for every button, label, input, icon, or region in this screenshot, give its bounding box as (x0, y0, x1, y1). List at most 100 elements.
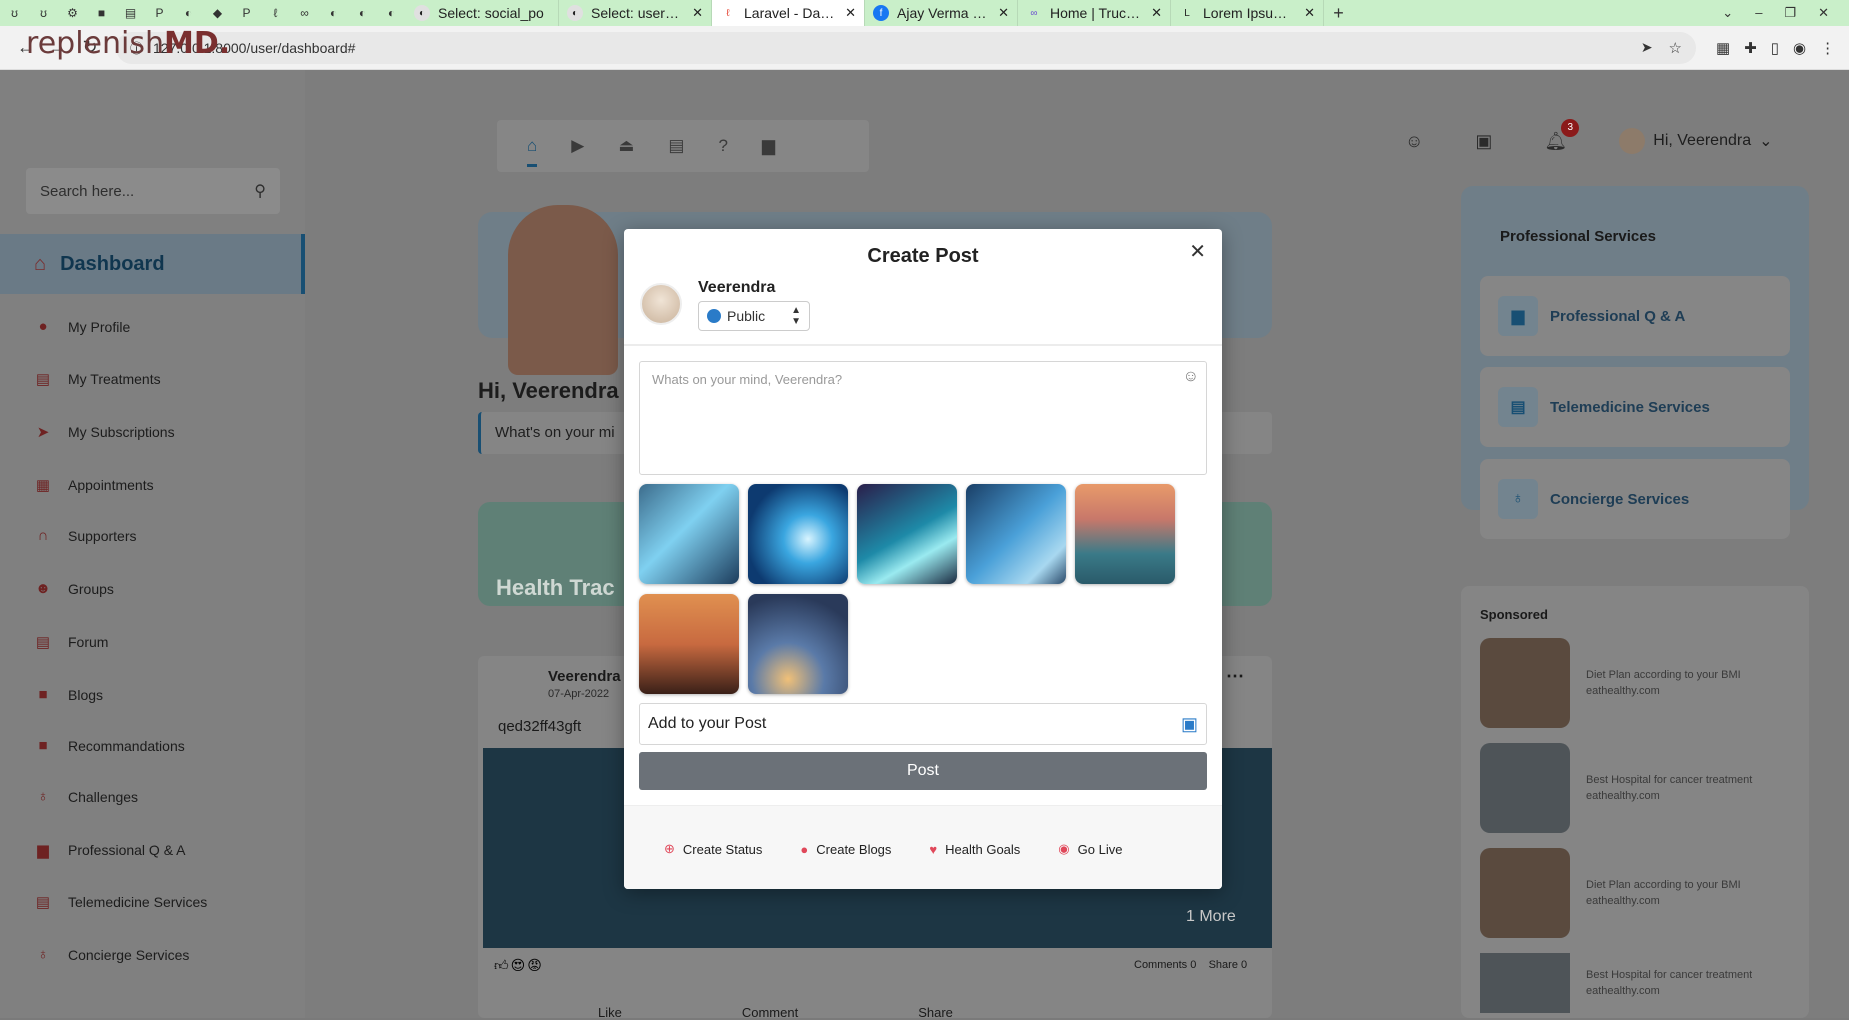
post-button[interactable]: Post (639, 752, 1207, 790)
restore-icon[interactable]: ❐ (1784, 5, 1796, 21)
sidebar-item-concierge[interactable]: ♁ Concierge Services (34, 946, 189, 963)
privacy-select[interactable]: Public ▲ ▼ (698, 301, 810, 331)
sidebar-item-supporters[interactable]: ∩ Supporters (34, 527, 137, 544)
image-thumbnail[interactable] (748, 594, 848, 694)
add-to-post-bar[interactable]: Add to your Post ▣ (639, 703, 1207, 745)
image-thumbnail[interactable] (639, 484, 739, 584)
new-tab-button[interactable]: + (1324, 0, 1353, 26)
close-tab-icon[interactable]: ✕ (1151, 5, 1162, 21)
user-menu[interactable]: Hi, Veerendra ⌄ (1619, 128, 1773, 154)
close-tab-icon[interactable]: ✕ (1304, 5, 1315, 21)
create-status-button[interactable]: ⊕ Create Status (664, 841, 762, 857)
post-placeholder: Whats on your mind, Veerendra? (652, 372, 843, 387)
sponsored-title-text: Diet Plan according to your BMI (1586, 879, 1741, 891)
pinned-tab[interactable]: ■ (87, 0, 116, 26)
message-icon[interactable]: ▆ (762, 136, 775, 156)
sidebar-item-appointments[interactable]: ▦ Appointments (34, 476, 154, 494)
pinned-tab[interactable]: P (232, 0, 261, 26)
close-window-icon[interactable]: ✕ (1818, 5, 1829, 21)
sidepanel-icon[interactable]: ▯ (1771, 39, 1779, 57)
close-tab-icon[interactable]: ✕ (692, 5, 703, 21)
sidebar-item-groups[interactable]: ☻ Groups (34, 580, 114, 597)
pinned-tab[interactable]: ʊ (29, 0, 58, 26)
upload-icon[interactable]: ⏏ (618, 136, 634, 156)
close-tab-icon[interactable]: ✕ (998, 5, 1009, 21)
emoji-icon[interactable]: ☺ (1183, 368, 1199, 386)
help-icon[interactable]: ? (718, 136, 727, 156)
bookmark-star-icon[interactable]: ☆ (1669, 39, 1682, 57)
image-thumbnail[interactable] (748, 484, 848, 584)
pinned-tab[interactable]: ▤ (116, 0, 145, 26)
browser-tab[interactable]: ◐ Select: social_po (406, 0, 559, 26)
clipboard-icon[interactable]: ▤ (668, 136, 684, 156)
tab-search-icon[interactable]: ⌄ (1722, 5, 1733, 21)
sidebar-item-my-subscriptions[interactable]: ➤ My Subscriptions (34, 423, 175, 441)
service-professional-qa[interactable]: ▆ Professional Q & A (1480, 276, 1790, 356)
more-images-label[interactable]: 1 More (1186, 908, 1236, 926)
gallery-icon[interactable]: ▣ (1181, 714, 1198, 735)
pinned-tab[interactable]: ʊ (0, 0, 29, 26)
profile-icon[interactable]: ◉ (1793, 39, 1806, 57)
pinned-tab[interactable]: ◆ (203, 0, 232, 26)
image-thumbnail[interactable] (1075, 484, 1175, 584)
sidebar-item-dashboard[interactable]: ⌂ Dashboard (0, 234, 305, 294)
image-thumbnail[interactable] (966, 484, 1066, 584)
sponsored-item[interactable]: Best Hospital for cancer treatment eathea… (1480, 953, 1752, 1013)
sponsored-item[interactable]: Best Hospital for cancer treatment eathea… (1480, 743, 1752, 833)
address-bar: ← → ↻ ⓘ 127.0.0.1:8000/user/dashboard# ➤… (0, 26, 1849, 70)
pinned-tab[interactable]: P (145, 0, 174, 26)
post-textarea[interactable]: Whats on your mind, Veerendra? ☺ (639, 361, 1207, 475)
image-thumbnail[interactable] (857, 484, 957, 584)
pinned-tab[interactable]: ⚙ (58, 0, 87, 26)
create-blogs-button[interactable]: ● Create Blogs (800, 841, 891, 857)
browser-tab-active[interactable]: ℓ Laravel - Dashbo ✕ (712, 0, 865, 26)
send-icon[interactable]: ➤ (1641, 39, 1653, 56)
pinned-tab[interactable]: ◐ (319, 0, 348, 26)
close-icon[interactable]: ✕ (1189, 239, 1206, 264)
sidebar-item-challenges[interactable]: ♁ Challenges (34, 788, 138, 805)
sidebar-item-recommandations[interactable]: ■ Recommandations (34, 737, 184, 754)
browser-tab[interactable]: L Lorem Ipsum - Al ✕ (1171, 0, 1324, 26)
pinned-tab[interactable]: ∞ (290, 0, 319, 26)
browser-tab[interactable]: ∞ Home | Trucker H ✕ (1018, 0, 1171, 26)
sponsored-item[interactable]: Diet Plan according to your BMI eathealth… (1480, 848, 1741, 938)
pinned-tab[interactable]: ◐ (348, 0, 377, 26)
sidebar-item-professional-qa[interactable]: ▆ Professional Q & A (34, 841, 185, 859)
search-icon[interactable]: ⚲ (254, 181, 266, 201)
add-friend-icon[interactable]: ☺ (1405, 131, 1423, 152)
inbox-icon[interactable]: ▣ (1475, 131, 1492, 152)
service-telemedicine[interactable]: ▤ Telemedicine Services (1480, 367, 1790, 447)
pinned-tab[interactable]: ◐ (174, 0, 203, 26)
shares-count[interactable]: Share 0 (1209, 959, 1248, 971)
sponsored-item[interactable]: Diet Plan according to your BMI eathealth… (1480, 638, 1741, 728)
post-author[interactable]: Veerendra (548, 668, 621, 685)
home-icon[interactable]: ⌂ (527, 136, 538, 167)
sidebar-item-my-treatments[interactable]: ▤ My Treatments (34, 370, 161, 388)
browser-tab[interactable]: ◐ Select: users - Ad ✕ (559, 0, 712, 26)
logo[interactable]: replenishMD. (26, 26, 230, 61)
sidebar-item-blogs[interactable]: ■ Blogs (34, 686, 103, 703)
browser-tab[interactable]: f Ajay Verma | Face ✕ (865, 0, 1018, 26)
menu-icon[interactable]: ⋮ (1820, 39, 1835, 57)
comments-count[interactable]: Comments 0 (1134, 959, 1196, 971)
go-live-button[interactable]: ◉ Go Live (1058, 841, 1122, 857)
pinned-tab[interactable]: ℓ (261, 0, 290, 26)
notification-bell-icon[interactable]: 🔔︎ 3 (1544, 118, 1580, 152)
more-options-icon[interactable]: ⋯ (1226, 666, 1244, 687)
sidebar-item-my-profile[interactable]: ● My Profile (34, 318, 130, 335)
sidebar-item-forum[interactable]: ▤ Forum (34, 633, 109, 651)
puzzle-icon[interactable]: ✚ (1744, 39, 1757, 57)
sidebar-item-telemedicine[interactable]: ▤ Telemedicine Services (34, 893, 207, 911)
service-concierge[interactable]: ♁ Concierge Services (1480, 459, 1790, 539)
url-field[interactable]: ⓘ 127.0.0.1:8000/user/dashboard# ➤ ☆ (116, 31, 1696, 64)
close-tab-icon[interactable]: ✕ (845, 5, 856, 21)
service-label: Professional Q & A (1550, 307, 1686, 325)
reactions[interactable]: 👍︎ 😍︎ 😡︎ (494, 957, 542, 974)
health-goals-button[interactable]: ♥ Health Goals (929, 841, 1020, 857)
minimize-icon[interactable]: – (1755, 5, 1762, 21)
search-input[interactable]: Search here... ⚲ (26, 168, 280, 214)
pinned-tab[interactable]: ◐ (377, 0, 406, 26)
extension-icon[interactable]: ▦ (1716, 39, 1730, 57)
image-thumbnail[interactable] (639, 594, 739, 694)
video-icon[interactable]: ▶ (571, 136, 584, 156)
